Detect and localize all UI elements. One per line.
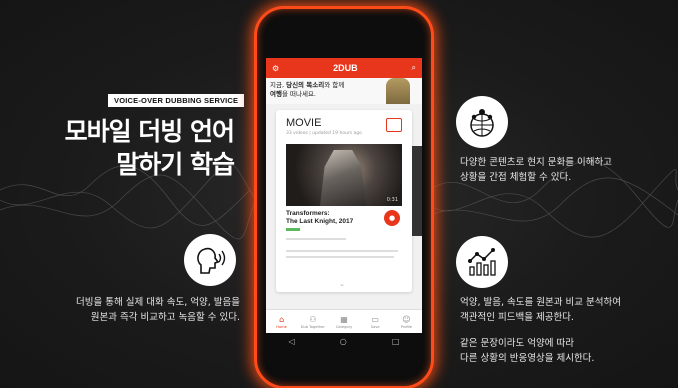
card-title: MOVIE bbox=[286, 117, 322, 129]
right-top-desc-line1: 다양한 콘텐츠로 현지 문화를 이해하고 bbox=[460, 157, 612, 168]
side-tab[interactable] bbox=[412, 146, 422, 236]
headline: 모바일 더빙 언어 말하기 학습 bbox=[64, 115, 235, 181]
promo-banner: VOICE-OVER DUBBING SERVICE 모바일 더빙 언어 말하기… bbox=[0, 0, 678, 388]
left-desc-line1: 더빙을 통해 실제 대화 속도, 억양, 발음을 bbox=[76, 297, 240, 308]
back-icon[interactable]: ◁ bbox=[289, 337, 295, 346]
movie-title-line1: Transformers: bbox=[286, 210, 330, 217]
left-desc-line2: 원본과 즉각 비교하고 녹음할 수 있다. bbox=[90, 312, 240, 323]
globe-pins-icon bbox=[456, 96, 508, 148]
recents-icon[interactable]: □ bbox=[392, 337, 400, 346]
video-duration: 0:31 bbox=[386, 197, 398, 203]
app-bar: ⚙ 2DUB ⌕ bbox=[266, 58, 422, 78]
right-top-description: 다양한 콘텐츠로 현지 문화를 이해하고 상황을 간접 체험할 수 있다. bbox=[460, 155, 612, 185]
movie-title: Transformers: The Last Knight, 2017 bbox=[286, 210, 353, 226]
phone-screen: ⚙ 2DUB ⌕ 지금, 당신의 목소리와 함께 여행을 떠나세요. MOVIE… bbox=[266, 58, 422, 333]
chevron-down-icon[interactable]: ⌄ bbox=[339, 280, 345, 288]
right-bottom-description: 같은 문장이라도 억양에 따라 다른 상황의 반응영상을 제시한다. bbox=[460, 336, 594, 366]
nav-category[interactable]: ▦ Category bbox=[328, 310, 359, 333]
speaking-head-icon bbox=[184, 234, 236, 286]
right-mid-description: 억양, 발음, 속도를 원본과 비교 분석하여 객관적인 피드백을 제공한다. bbox=[460, 295, 621, 325]
nav-profile[interactable]: ☺ Profile bbox=[391, 310, 422, 333]
nav-profile-label: Profile bbox=[400, 324, 412, 329]
home-icon: ⌂ bbox=[279, 314, 285, 324]
app-logo: 2DUB bbox=[333, 63, 358, 73]
right-bottom-desc-line1: 같은 문장이라도 억양에 따라 bbox=[460, 338, 574, 349]
nav-dub-together-label: Dub Together bbox=[300, 324, 325, 329]
movie-title-line2: The Last Knight, 2017 bbox=[286, 218, 354, 225]
user-icon: ☺ bbox=[402, 314, 411, 324]
level-indicator bbox=[286, 228, 300, 231]
right-bottom-desc-line2: 다른 상황의 반응영상을 제시한다. bbox=[460, 353, 595, 364]
home-circle-icon[interactable]: ○ bbox=[340, 337, 347, 346]
category-card[interactable]: MOVIE 33 videos | updated 19 hours ago 0… bbox=[276, 110, 412, 292]
nav-save-label: Save bbox=[370, 324, 380, 329]
mic-icon[interactable]: ● bbox=[384, 210, 400, 226]
grid-icon: ▦ bbox=[340, 314, 348, 324]
nav-dub-together[interactable]: ⚇ Dub Together bbox=[297, 310, 328, 333]
right-mid-desc-line1: 억양, 발음, 속도를 원본과 비교 분석하여 bbox=[460, 297, 621, 308]
nav-home[interactable]: ⌂ Home bbox=[266, 310, 297, 333]
movie-thumbnail[interactable]: 0:31 bbox=[286, 144, 402, 206]
promo-strip[interactable]: 지금, 당신의 목소리와 함께 여행을 떠나세요. bbox=[266, 78, 422, 104]
headline-line1: 모바일 더빙 언어 bbox=[64, 117, 235, 146]
headline-line2: 말하기 학습 bbox=[116, 150, 235, 179]
gear-icon[interactable]: ⚙ bbox=[272, 64, 279, 73]
chart-line-icon bbox=[456, 236, 508, 288]
right-mid-desc-line2: 객관적인 피드백을 제공한다. bbox=[460, 312, 574, 323]
people-icon: ⚇ bbox=[309, 314, 317, 324]
system-nav-bar: ◁ ○ □ bbox=[266, 333, 422, 349]
folder-icon: ▭ bbox=[371, 314, 379, 324]
bottom-nav: ⌂ Home ⚇ Dub Together ▦ Category ▭ Save ☺ Pro… bbox=[266, 309, 422, 333]
search-icon[interactable]: ⌕ bbox=[412, 63, 416, 73]
nav-home-label: Home bbox=[276, 324, 287, 329]
nav-save[interactable]: ▭ Save bbox=[360, 310, 391, 333]
left-description: 더빙을 통해 실제 대화 속도, 억양, 발음을 원본과 즉각 비교하고 녹음할… bbox=[76, 295, 240, 325]
text-placeholder bbox=[286, 238, 346, 240]
service-tag: VOICE-OVER DUBBING SERVICE bbox=[108, 94, 245, 107]
text-placeholder bbox=[286, 250, 398, 252]
right-top-desc-line2: 상황을 간접 체험할 수 있다. bbox=[460, 172, 572, 183]
nav-category-label: Category bbox=[335, 324, 353, 329]
banner-image bbox=[386, 78, 410, 104]
poster-figure bbox=[320, 150, 366, 206]
card-subtitle: 33 videos | updated 19 hours ago bbox=[286, 131, 362, 136]
clapperboard-icon bbox=[386, 118, 402, 132]
text-placeholder bbox=[286, 256, 394, 258]
